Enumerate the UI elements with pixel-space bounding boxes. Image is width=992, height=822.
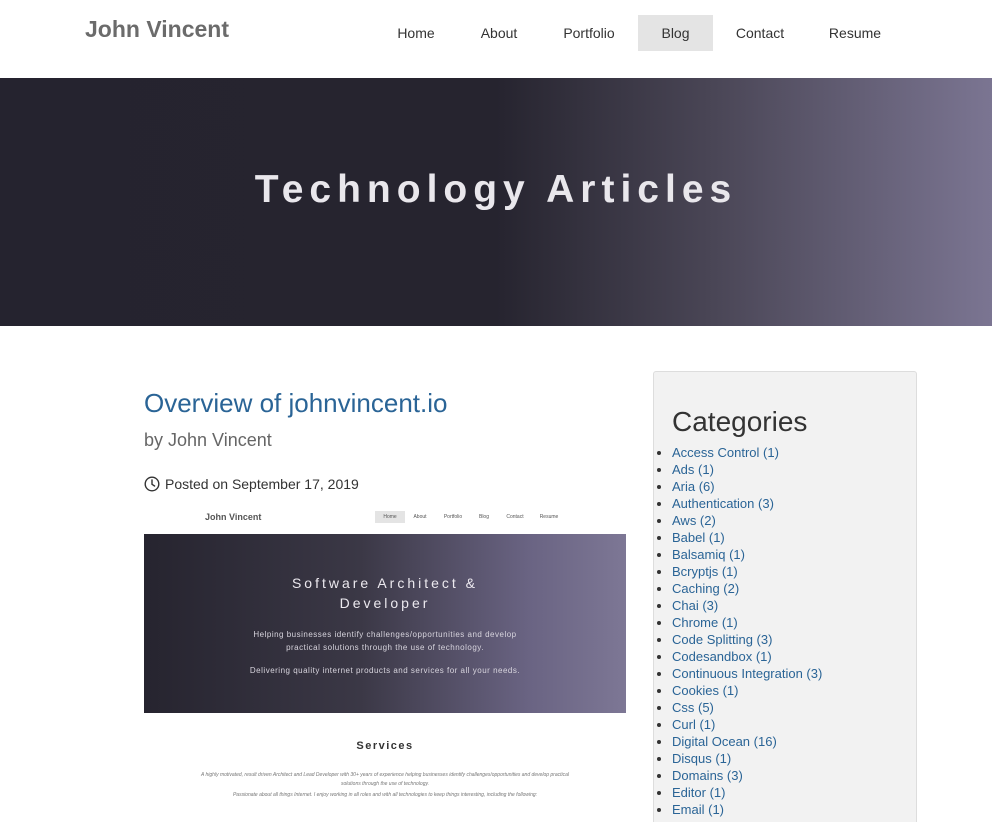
thumbnail-hero-title-line1: Software Architect &	[291, 575, 479, 591]
category-link[interactable]: Email (1)	[672, 801, 822, 818]
nav-home[interactable]: Home	[385, 15, 447, 51]
categories-list: Access Control (1)Ads (1)Aria (6)Authent…	[672, 444, 822, 818]
thumbnail-nav-about: About	[413, 514, 427, 520]
thumbnail-brand: John Vincent	[205, 512, 262, 522]
thumbnail-nav-contact: Contact	[506, 514, 524, 520]
main-nav: Home About Portfolio Blog Contact Resume	[0, 15, 992, 51]
thumbnail-hero-tagline: Delivering quality internet products and…	[249, 666, 521, 675]
thumbnail-nav-blog: Blog	[478, 514, 489, 520]
thumbnail-services-paragraph-2: Passionate about all things Internet. I …	[232, 792, 538, 798]
nav-contact[interactable]: Contact	[727, 15, 793, 51]
thumbnail-hero-desc-line1: Helping businesses identify challenges/o…	[253, 630, 517, 639]
clock-icon	[144, 476, 160, 492]
thumbnail-nav-resume: Resume	[539, 514, 559, 520]
category-link[interactable]: Codesandbox (1)	[672, 648, 822, 665]
category-link[interactable]: Aws (2)	[672, 512, 822, 529]
post-thumbnail-image[interactable]: John Vincent Home About Portfolio Blog C…	[144, 505, 626, 822]
category-link[interactable]: Continuous Integration (3)	[672, 665, 822, 682]
thumbnail-services-heading: Services	[356, 740, 414, 752]
hero-title: Technology Articles	[254, 168, 738, 211]
category-link[interactable]: Aria (6)	[672, 478, 822, 495]
category-link[interactable]: Bcryptjs (1)	[672, 563, 822, 580]
category-link[interactable]: Domains (3)	[672, 767, 822, 784]
hero-banner: Technology Articles	[0, 78, 992, 326]
thumbnail-nav-portfolio: Portfolio	[443, 514, 463, 520]
category-link[interactable]: Chai (3)	[672, 597, 822, 614]
category-link[interactable]: Babel (1)	[672, 529, 822, 546]
thumbnail-hero: Software Architect & Developer Helping b…	[144, 534, 626, 713]
category-link[interactable]: Ads (1)	[672, 461, 822, 478]
thumbnail-services-p1-line1: A highly motivated, result driven Archit…	[200, 772, 570, 778]
thumbnail-nav-home: Home	[375, 511, 405, 523]
post-author: by John Vincent	[144, 430, 272, 450]
category-link[interactable]: Curl (1)	[672, 716, 822, 733]
post-date: Posted on September 17, 2019	[144, 475, 359, 493]
category-link[interactable]: Disqus (1)	[672, 750, 822, 767]
category-link[interactable]: Editor (1)	[672, 784, 822, 801]
site-header: John Vincent Home About Portfolio Blog C…	[0, 0, 992, 78]
category-link[interactable]: Caching (2)	[672, 580, 822, 597]
thumbnail-hero-desc-line2: practical solutions through the use of t…	[286, 643, 484, 652]
categories-sidebar: Categories Access Control (1)Ads (1)Aria…	[653, 371, 917, 822]
thumbnail-services-paragraph-1: A highly motivated, result driven Archit…	[194, 771, 576, 789]
nav-about[interactable]: About	[468, 15, 530, 51]
post-title-link[interactable]: Overview of johnvincent.io	[144, 388, 447, 419]
thumbnail-services-p1-line2: solutions through the use of technology.	[340, 781, 430, 787]
nav-portfolio[interactable]: Portfolio	[553, 15, 625, 51]
category-link[interactable]: Css (5)	[672, 699, 822, 716]
post-date-text: Posted on September 17, 2019	[165, 476, 359, 492]
category-link[interactable]: Chrome (1)	[672, 614, 822, 631]
categories-heading: Categories	[672, 406, 808, 437]
category-link[interactable]: Code Splitting (3)	[672, 631, 822, 648]
category-link[interactable]: Access Control (1)	[672, 444, 822, 461]
category-link[interactable]: Authentication (3)	[672, 495, 822, 512]
nav-blog[interactable]: Blog	[638, 15, 713, 51]
thumbnail-hero-title: Software Architect & Developer	[144, 573, 626, 613]
thumbnail-hero-title-line2: Developer	[339, 595, 431, 611]
category-link[interactable]: Cookies (1)	[672, 682, 822, 699]
category-link[interactable]: Balsamiq (1)	[672, 546, 822, 563]
thumbnail-hero-description: Helping businesses identify challenges/o…	[144, 628, 626, 654]
nav-resume[interactable]: Resume	[820, 15, 890, 51]
category-link[interactable]: Digital Ocean (16)	[672, 733, 822, 750]
